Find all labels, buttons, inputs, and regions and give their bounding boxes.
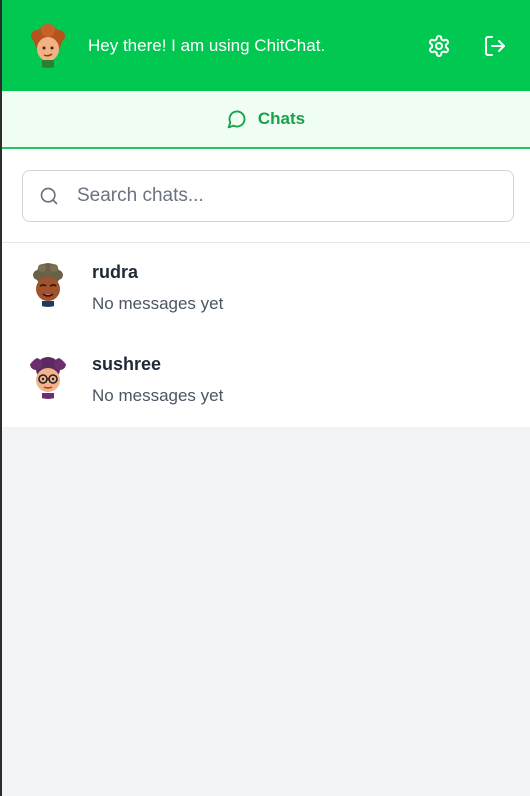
search-input[interactable] xyxy=(75,184,479,208)
gear-icon xyxy=(429,34,449,57)
chat-item-sushree[interactable]: sushree No messages yet xyxy=(2,335,530,427)
app-header: Hey there! I am using ChitChat. xyxy=(2,0,530,91)
tab-chats[interactable]: Chats xyxy=(227,109,305,129)
chat-item-rudra[interactable]: rudra No messages yet xyxy=(2,243,530,335)
tab-bar: Chats xyxy=(2,91,530,149)
tab-chats-label: Chats xyxy=(257,109,306,128)
search-box[interactable] xyxy=(22,170,514,222)
chat-list: rudra No messages yet sushree No message… xyxy=(2,243,530,427)
user-avatar[interactable] xyxy=(26,23,70,68)
rudra-avatar-icon xyxy=(26,263,70,307)
logout-button[interactable] xyxy=(482,33,508,59)
search-section xyxy=(2,149,530,243)
chat-preview: No messages yet xyxy=(92,294,224,313)
chat-name: sushree xyxy=(92,354,162,374)
user-avatar-icon xyxy=(26,23,70,68)
status-text: Hey there! I am using ChitChat. xyxy=(88,35,326,55)
chat-preview: No messages yet xyxy=(92,386,224,405)
chat-meta: rudra No messages yet xyxy=(92,261,223,314)
search-icon xyxy=(40,187,58,205)
sushree-avatar-icon xyxy=(26,355,70,399)
message-circle-icon xyxy=(227,110,246,129)
chat-meta: sushree No messages yet xyxy=(92,353,223,406)
chat-app: Hey there! I am using ChitChat. Chats Se… xyxy=(0,0,530,796)
avatar xyxy=(26,355,70,399)
settings-button[interactable] xyxy=(426,33,452,59)
logout-icon xyxy=(485,35,505,56)
avatar xyxy=(26,263,70,307)
chat-name: rudra xyxy=(92,262,139,282)
